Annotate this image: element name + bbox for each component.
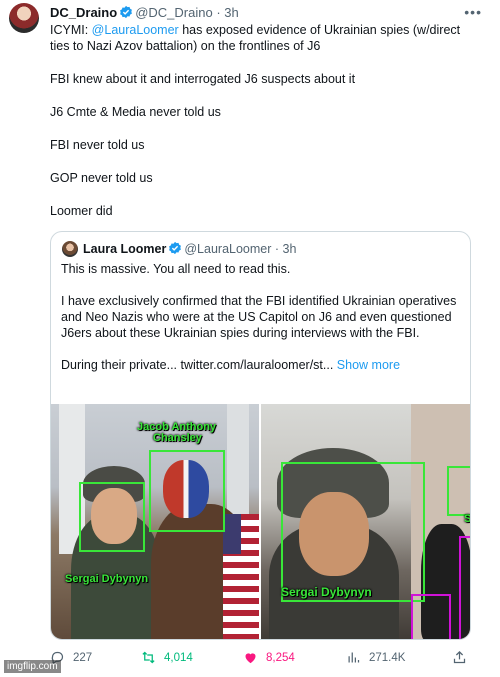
retweet-button[interactable]: 4,014 — [141, 650, 193, 665]
views-button[interactable]: 271.4K — [346, 650, 405, 665]
detection-box — [281, 462, 425, 602]
view-count: 271.4K — [369, 651, 406, 664]
tweet-line: FBI knew about it and interrogated J6 su… — [50, 72, 356, 86]
quote-header: Laura Loomer @LauraLoomer · 3h — [83, 241, 296, 257]
avatar[interactable] — [9, 3, 39, 33]
tweet-line: J6 Cmte & Media never told us — [50, 105, 221, 119]
show-more-link[interactable]: Show more — [333, 358, 400, 372]
intro-label: ICYMI: — [50, 23, 92, 37]
watermark: imgflip.com — [4, 660, 61, 673]
display-name[interactable]: DC_Draino — [50, 5, 117, 20]
retweet-icon — [142, 651, 155, 664]
image-label: Sergai Dybynyn — [281, 585, 372, 599]
image-label: S — [464, 513, 471, 525]
quote-link[interactable]: twitter.com/lauraloomer/st... — [181, 358, 334, 372]
tweet: DC_Draino @DC_Draino · 3h ••• ICYMI: @Lau… — [0, 0, 500, 677]
heart-icon — [245, 653, 256, 664]
like-button[interactable]: 8,254 — [243, 650, 295, 665]
quote-timestamp: · 3h — [274, 242, 297, 256]
timestamp[interactable]: · 3h — [216, 5, 238, 20]
photo-left[interactable]: Jacob Anthony Chansley Sergai Dybynyn — [51, 404, 259, 639]
detection-box — [149, 450, 225, 532]
share-icon — [453, 650, 466, 664]
retweet-count: 4,014 — [164, 651, 193, 664]
action-bar: 227 4,014 8,254 271.4K — [0, 650, 500, 668]
tweet-line: GOP never told us — [50, 171, 153, 185]
quote-paragraph: During their private... — [61, 358, 181, 372]
like-count: 8,254 — [266, 651, 295, 664]
quote-handle: @LauraLoomer — [184, 242, 272, 256]
handle[interactable]: @DC_Draino — [135, 5, 213, 20]
quote-text: This is massive. You all need to read th… — [61, 261, 461, 389]
reply-count: 227 — [73, 651, 93, 664]
detection-box — [411, 594, 451, 639]
quoted-tweet[interactable]: Laura Loomer @LauraLoomer · 3h This is ma… — [50, 231, 471, 640]
verified-badge-icon — [169, 241, 182, 255]
flag-canton — [223, 514, 241, 554]
mention-link[interactable]: @LauraLoomer — [92, 23, 179, 37]
tweet-line: FBI never told us — [50, 138, 145, 152]
detection-box — [79, 482, 145, 552]
tweet-line: Loomer did — [50, 204, 113, 218]
image-label: Chansley — [153, 432, 202, 444]
verified-badge-icon — [120, 5, 133, 19]
quote-avatar — [62, 241, 78, 257]
quote-display-name: Laura Loomer — [83, 242, 167, 256]
quote-paragraph: I have exclusively confirmed that the FB… — [61, 294, 457, 340]
tweet-header: DC_Draino @DC_Draino · 3h — [50, 5, 239, 21]
share-button[interactable] — [452, 650, 467, 665]
photo-right[interactable]: Sergai Dybynyn S — [261, 404, 471, 639]
more-horizontal-icon[interactable]: ••• — [464, 4, 482, 20]
tweet-text: ICYMI: @LauraLoomer has exposed evidence… — [50, 22, 480, 236]
detection-box — [459, 536, 470, 639]
quote-paragraph: This is massive. You all need to read th… — [61, 262, 291, 276]
detection-box — [447, 466, 470, 516]
image-label: Sergai Dybynyn — [65, 573, 149, 585]
views-chart-icon — [348, 652, 360, 663]
